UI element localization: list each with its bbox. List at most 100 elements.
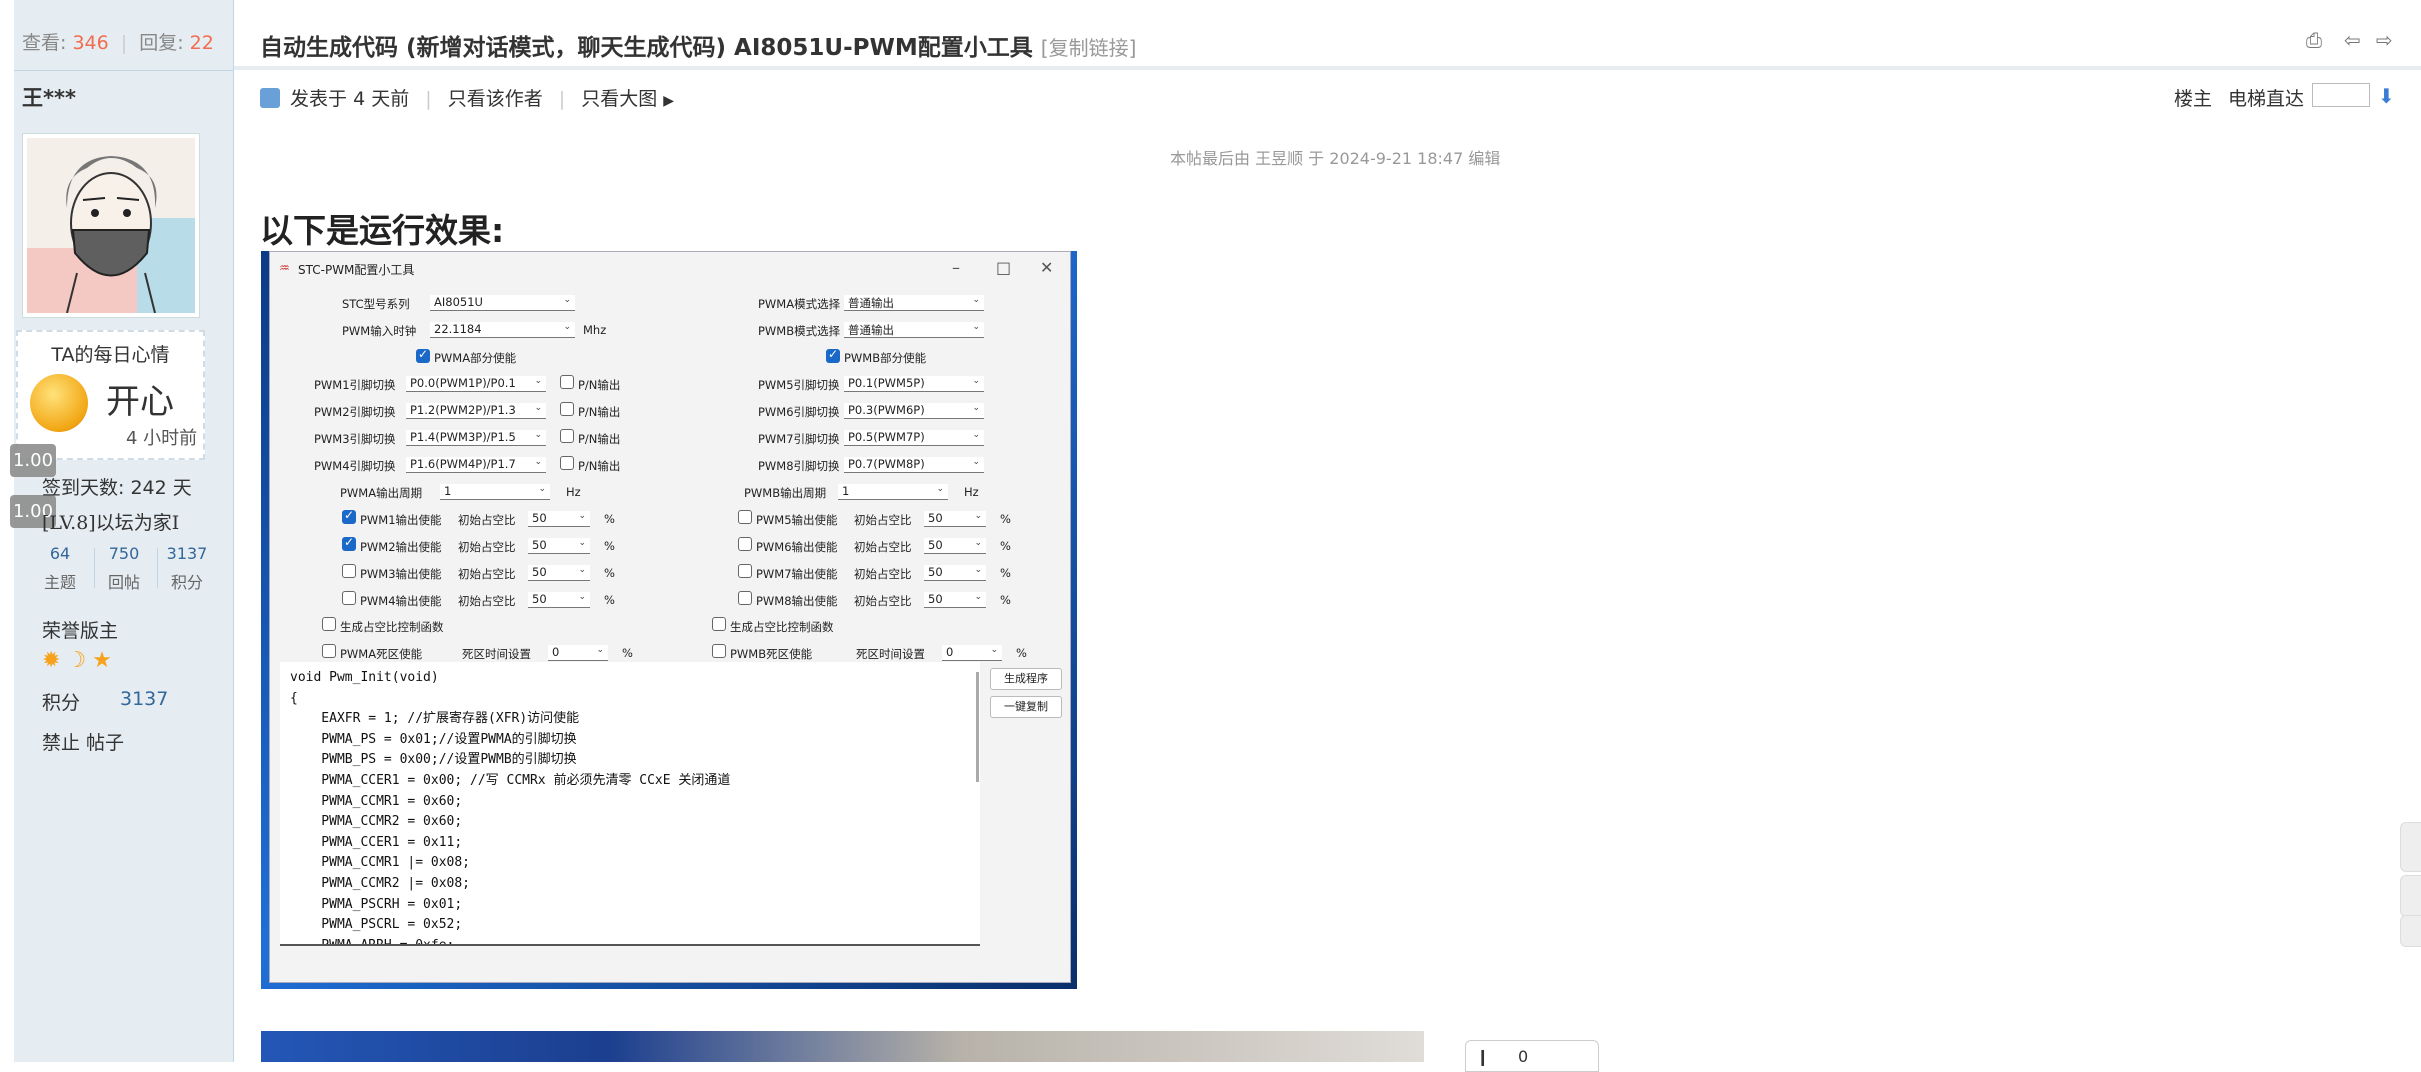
percent-unit: % xyxy=(604,593,615,607)
replies-count: 22 xyxy=(189,32,214,54)
app-window: ♒ STC-PWM配置小工具 – □ ✕ STC型号系列 AI8051U ⌄ PW… xyxy=(269,251,1071,983)
pwma-enable-label: PWMA部分使能 xyxy=(434,351,517,365)
bar-icon: ❙ xyxy=(1476,1047,1490,1066)
minimize-icon: – xyxy=(952,258,960,277)
output-enable-label: PWM8输出使能 xyxy=(756,594,838,608)
elevator-input[interactable] xyxy=(2312,83,2370,107)
gen-duty-checkbox xyxy=(712,617,726,631)
duty-value: 50 xyxy=(532,538,547,552)
pwmb-period-value: 1 xyxy=(842,484,850,498)
pwmb-period-select: 1 ⌄ xyxy=(838,484,948,500)
moderation-actions[interactable]: 禁止 帖子 xyxy=(42,728,124,755)
counter-value: 0 xyxy=(1518,1047,1529,1066)
duty-value: 50 xyxy=(532,511,547,525)
pwmb-dead-checkbox xyxy=(712,644,726,658)
dead-time-select: 0 ⌄ xyxy=(548,645,608,661)
pn-output-checkbox xyxy=(560,375,574,389)
close-icon: ✕ xyxy=(1040,258,1054,277)
caret-right-icon: ▶ xyxy=(663,93,675,109)
user-level[interactable]: [LV.8]以坛为家I xyxy=(42,508,179,535)
pin-select: P0.5(PWM7P) ⌄ xyxy=(844,430,984,446)
pwmb-period-label: PWMB输出周期 xyxy=(744,486,827,500)
duty-value: 50 xyxy=(532,565,547,579)
duty-label: 初始占空比 xyxy=(458,540,516,554)
duty-select: 50 ⌄ xyxy=(924,592,986,608)
stat-posts[interactable]: 750 回帖 xyxy=(91,544,157,593)
pwmb-dead-label: PWMB死区使能 xyxy=(730,647,813,661)
side-tab[interactable] xyxy=(2400,915,2421,947)
duty-label: 初始占空比 xyxy=(458,513,516,527)
star-icon: ★ xyxy=(92,648,118,673)
duty-value: 50 xyxy=(928,538,943,552)
duty-select: 50 ⌄ xyxy=(528,565,590,581)
thread-title: 自动生成代码 (新增对话模式，聊天生成代码) AI8051U-PWM配置小工具 … xyxy=(260,28,1136,62)
sign-days: 签到天数: 242 天 xyxy=(42,477,192,499)
pin-label: PWM6引脚切换 xyxy=(758,405,840,419)
pin-value: P0.7(PWM8P) xyxy=(848,457,925,471)
pwmb-enable-label: PWMB部分使能 xyxy=(844,351,927,365)
pin-label: PWM1引脚切换 xyxy=(314,378,396,392)
output-enable-label: PWM2输出使能 xyxy=(360,540,442,554)
avatar[interactable] xyxy=(22,133,200,318)
output-enable-label: PWM1输出使能 xyxy=(360,513,442,527)
code-text: void Pwm_Init(void) { EAXFR = 1; //扩展寄存器… xyxy=(290,670,731,946)
app-titlebar: ♒ STC-PWM配置小工具 – □ ✕ xyxy=(270,252,1070,286)
copy-link[interactable]: [复制链接] xyxy=(1041,36,1137,60)
sun-icon: ✹ xyxy=(42,648,67,673)
dead-time-value: 0 xyxy=(946,645,954,659)
post-image-2[interactable] xyxy=(261,1031,1424,1062)
duty-label: 初始占空比 xyxy=(854,540,912,554)
pwma-mode-select: 普通输出 ⌄ xyxy=(844,295,984,311)
post-heading: 以下是运行效果: xyxy=(260,211,505,250)
app-screenshot[interactable]: ♒ STC-PWM配置小工具 – □ ✕ STC型号系列 AI8051U ⌄ PW… xyxy=(261,251,1077,989)
output-enable-label: PWM4输出使能 xyxy=(360,594,442,608)
duty-value: 50 xyxy=(928,592,943,606)
duty-select: 50 ⌄ xyxy=(924,511,986,527)
side-flag-tab[interactable] xyxy=(2400,822,2421,872)
post-toolbar: 发表于 4 天前 | 只看该作者 | 只看大图 ▶ xyxy=(260,84,674,111)
pin-value: P1.6(PWM4P)/P1.7 xyxy=(410,457,516,471)
percent-unit: % xyxy=(1000,512,1011,526)
floating-counter[interactable]: ❙ 0 xyxy=(1465,1040,1599,1072)
side-tab[interactable] xyxy=(2400,875,2421,917)
stats-separator: | xyxy=(120,32,128,54)
print-icon[interactable]: ⎙ xyxy=(2306,28,2322,52)
next-thread-icon[interactable]: ⇨ xyxy=(2376,28,2393,52)
floor-label: 楼主 xyxy=(2174,88,2213,110)
points-label: 积分 xyxy=(42,692,81,714)
pin-value: P0.3(PWM6P) xyxy=(848,403,925,417)
pn-output-label: P/N输出 xyxy=(578,405,621,419)
pwma-mode-value: 普通输出 xyxy=(848,296,894,310)
percent-unit: % xyxy=(1000,566,1011,580)
pin-value: P0.0(PWM1P)/P0.1 xyxy=(410,376,516,390)
percent-unit: % xyxy=(604,512,615,526)
pwmb-mode-label: PWMB模式选择 xyxy=(758,324,841,338)
mood-title: TA的每日心情 xyxy=(51,344,170,366)
duty-select: 50 ⌄ xyxy=(924,565,986,581)
arrow-down-icon[interactable]: ⬇ xyxy=(2378,84,2395,108)
stat-topics[interactable]: 64 主题 xyxy=(27,544,93,593)
only-author-link[interactable]: 只看该作者 xyxy=(448,88,543,110)
chip-select: AI8051U ⌄ xyxy=(430,295,575,311)
previous-thread-icon[interactable]: ⇦ xyxy=(2344,28,2361,52)
pn-output-label: P/N输出 xyxy=(578,432,621,446)
percent-unit: % xyxy=(622,646,633,660)
code-scrollbar xyxy=(976,672,979,782)
gen-duty-label: 生成占空比控制函数 xyxy=(730,620,834,634)
duty-select: 50 ⌄ xyxy=(528,511,590,527)
dead-time-label: 死区时间设置 xyxy=(856,647,925,661)
pn-output-label: P/N输出 xyxy=(578,378,621,392)
author-name[interactable]: 王*** xyxy=(22,82,76,112)
pwma-period-select: 1 ⌄ xyxy=(440,484,550,500)
thread-title-text: 自动生成代码 (新增对话模式，聊天生成代码) AI8051U-PWM配置小工具 xyxy=(260,35,1033,61)
output-enable-checkbox xyxy=(738,564,752,578)
clock-unit: Mhz xyxy=(583,323,607,337)
duty-select: 50 ⌄ xyxy=(528,592,590,608)
only-big-image-link[interactable]: 只看大图 xyxy=(581,88,657,110)
honor-title: 荣誉版主 xyxy=(42,620,119,642)
duty-value: 50 xyxy=(928,565,943,579)
percent-unit: % xyxy=(1000,539,1011,553)
stat-points[interactable]: 3137 积分 xyxy=(154,544,220,593)
output-enable-checkbox xyxy=(738,510,752,524)
mood-time: 4 小时前 xyxy=(126,428,198,449)
